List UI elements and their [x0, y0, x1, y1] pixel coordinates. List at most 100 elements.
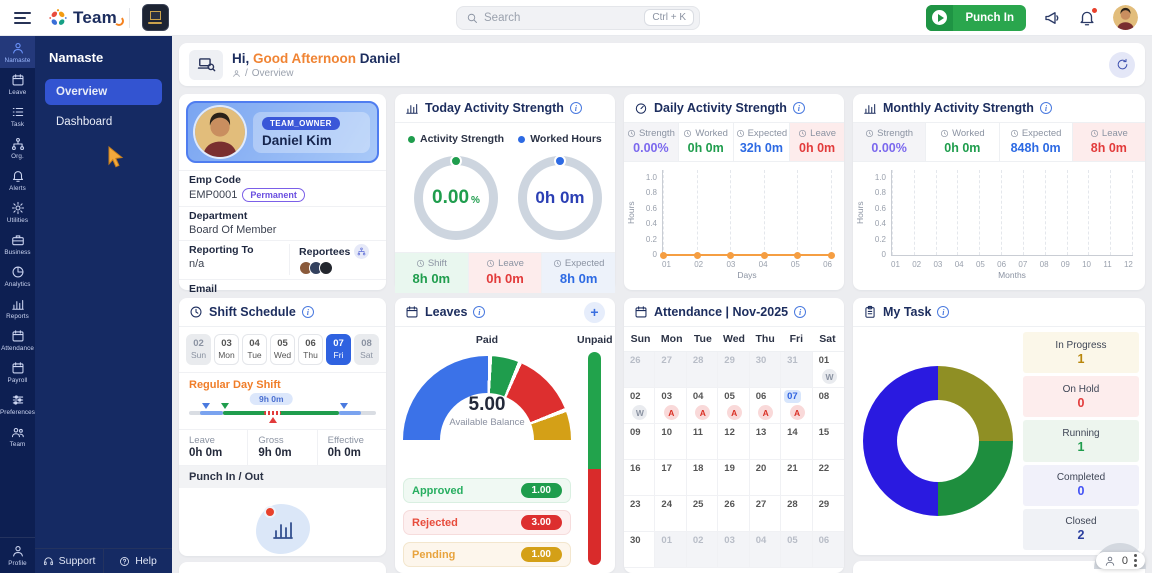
calendar-cell[interactable]: 12: [718, 424, 750, 460]
user-avatar[interactable]: [1113, 5, 1138, 30]
kebab-menu-icon[interactable]: [1134, 554, 1137, 567]
day-name: Thu: [755, 333, 775, 345]
calendar-cell[interactable]: 24: [655, 496, 687, 532]
calendar-cell[interactable]: 23: [624, 496, 656, 532]
day-pill[interactable]: 05 Wed: [270, 334, 295, 365]
calendar-cell[interactable]: 09: [624, 424, 656, 460]
calendar-cell[interactable]: 02: [686, 532, 719, 568]
floating-users-widget[interactable]: 0: [1095, 552, 1145, 569]
calendar-cell[interactable]: 21: [781, 460, 813, 496]
calendar-cell[interactable]: 28: [686, 352, 719, 388]
sidebar-item-profile[interactable]: Profile: [0, 537, 35, 573]
calendar-cell[interactable]: 31: [781, 352, 813, 388]
calendar-cell[interactable]: 08: [812, 388, 844, 424]
sidebar-item-reports[interactable]: Reports: [0, 292, 35, 324]
leave-count-pill: 3.00: [520, 515, 562, 530]
support-button[interactable]: Support: [35, 549, 103, 573]
sidebar-item-preferences[interactable]: Preferences: [0, 388, 35, 420]
calendar-cell[interactable]: 10: [655, 424, 687, 460]
calendar-cell[interactable]: 29: [812, 496, 844, 532]
calendar-cell[interactable]: 07 A: [781, 388, 813, 424]
calendar-cell[interactable]: 05: [781, 532, 813, 568]
sidebar-item-leave[interactable]: Leave: [0, 68, 35, 100]
notifications-bell-icon[interactable]: [1078, 6, 1098, 27]
info-icon[interactable]: [937, 306, 950, 318]
hamburger-menu-icon[interactable]: [14, 11, 31, 24]
clock-icon: [1090, 129, 1099, 138]
calendar-cell[interactable]: 06 A: [749, 388, 782, 424]
sidebar-item-business[interactable]: Business: [0, 228, 35, 260]
sidebar-item-attendance[interactable]: Attendance: [0, 324, 35, 356]
info-icon[interactable]: [794, 306, 807, 318]
card-title: Monthly Activity Strength: [883, 101, 1034, 115]
refresh-button[interactable]: [1109, 51, 1135, 78]
info-icon[interactable]: [301, 306, 314, 318]
calendar-cell[interactable]: 27: [655, 352, 687, 388]
org-chart-icon[interactable]: [354, 244, 370, 259]
day-pill[interactable]: 02 Sun: [186, 334, 211, 365]
calendar-cell[interactable]: 28: [781, 496, 813, 532]
calendar-cell[interactable]: 14: [781, 424, 813, 460]
calendar-cell[interactable]: 16: [624, 460, 656, 496]
sidebar-item-dashboard[interactable]: Dashboard: [45, 109, 162, 135]
calendar-cell[interactable]: 11: [686, 424, 719, 460]
calendar-cell[interactable]: 03: [718, 532, 750, 568]
reporting-value: n/a: [189, 258, 205, 270]
day-pill[interactable]: 08 Sat: [354, 334, 379, 365]
employee-hero[interactable]: TEAM_OWNER Daniel Kim: [186, 101, 379, 163]
calendar-cell[interactable]: 22: [812, 460, 844, 496]
attendance-badge: A: [663, 405, 679, 420]
calendar-cell[interactable]: 02 W: [624, 388, 656, 424]
calendar-cell[interactable]: 15: [812, 424, 844, 460]
company-logo[interactable]: [141, 4, 169, 31]
card-title: Leaves: [425, 305, 468, 319]
calendar-cell[interactable]: 26: [624, 352, 656, 388]
day-pill[interactable]: 06 Thu: [298, 334, 323, 365]
sidebar-item-team[interactable]: Team: [0, 420, 35, 452]
calendar-cell[interactable]: 05 A: [718, 388, 750, 424]
sidebar-item-org[interactable]: Org.: [0, 132, 35, 164]
calendar-cell[interactable]: 04: [749, 532, 782, 568]
calendar-cell[interactable]: 27: [749, 496, 782, 532]
calendar-cell[interactable]: 01 W: [812, 352, 844, 388]
sidebar-item-alerts[interactable]: Alerts: [0, 164, 35, 196]
calendar-cell[interactable]: 19: [718, 460, 750, 496]
info-icon[interactable]: [569, 102, 582, 114]
punch-in-button[interactable]: Punch In: [926, 4, 1026, 31]
calendar-cell[interactable]: 20: [749, 460, 782, 496]
info-icon[interactable]: [792, 102, 805, 114]
sidebar-item-analytics[interactable]: Analytics: [0, 260, 35, 292]
sidebar-item-utilities[interactable]: Utilities: [0, 196, 35, 228]
calendar-cell[interactable]: 26: [718, 496, 750, 532]
calendar-cell[interactable]: 18: [686, 460, 719, 496]
calendar-cell[interactable]: 06: [812, 532, 844, 568]
breadcrumb[interactable]: / Overview: [232, 68, 400, 79]
app-logo[interactable]: Team: [47, 7, 124, 29]
help-button[interactable]: Help: [103, 549, 172, 573]
day-pill[interactable]: 04 Tue: [242, 334, 267, 365]
add-leave-button[interactable]: +: [584, 301, 605, 323]
reportee-avatars[interactable]: [299, 261, 376, 275]
sidebar-item-overview[interactable]: Overview: [45, 79, 162, 105]
calendar-cell[interactable]: 13: [749, 424, 782, 460]
calendar-cell[interactable]: 01: [655, 532, 687, 568]
sidebar-item-payroll[interactable]: Payroll: [0, 356, 35, 388]
logo-text: Team: [73, 7, 124, 27]
calendar-cell[interactable]: 04 A: [686, 388, 719, 424]
day-pill[interactable]: 07 Fri: [326, 334, 351, 365]
search-input[interactable]: Search Ctrl + K: [456, 5, 700, 30]
day-name: Fri: [789, 333, 803, 345]
calendar-cell[interactable]: 29: [718, 352, 750, 388]
day-pill[interactable]: 03 Mon: [214, 334, 239, 365]
clock-icon: [553, 259, 562, 268]
sidebar-item-namaste[interactable]: Namaste: [0, 36, 35, 68]
info-icon[interactable]: [1039, 102, 1052, 114]
calendar-cell[interactable]: 30: [749, 352, 782, 388]
calendar-cell[interactable]: 03 A: [655, 388, 687, 424]
calendar-cell[interactable]: 17: [655, 460, 687, 496]
sidebar-item-task[interactable]: Task: [0, 100, 35, 132]
calendar-cell[interactable]: 25: [686, 496, 719, 532]
info-icon[interactable]: [473, 306, 486, 318]
calendar-cell[interactable]: 30: [624, 532, 656, 568]
announcements-icon[interactable]: [1043, 9, 1061, 27]
